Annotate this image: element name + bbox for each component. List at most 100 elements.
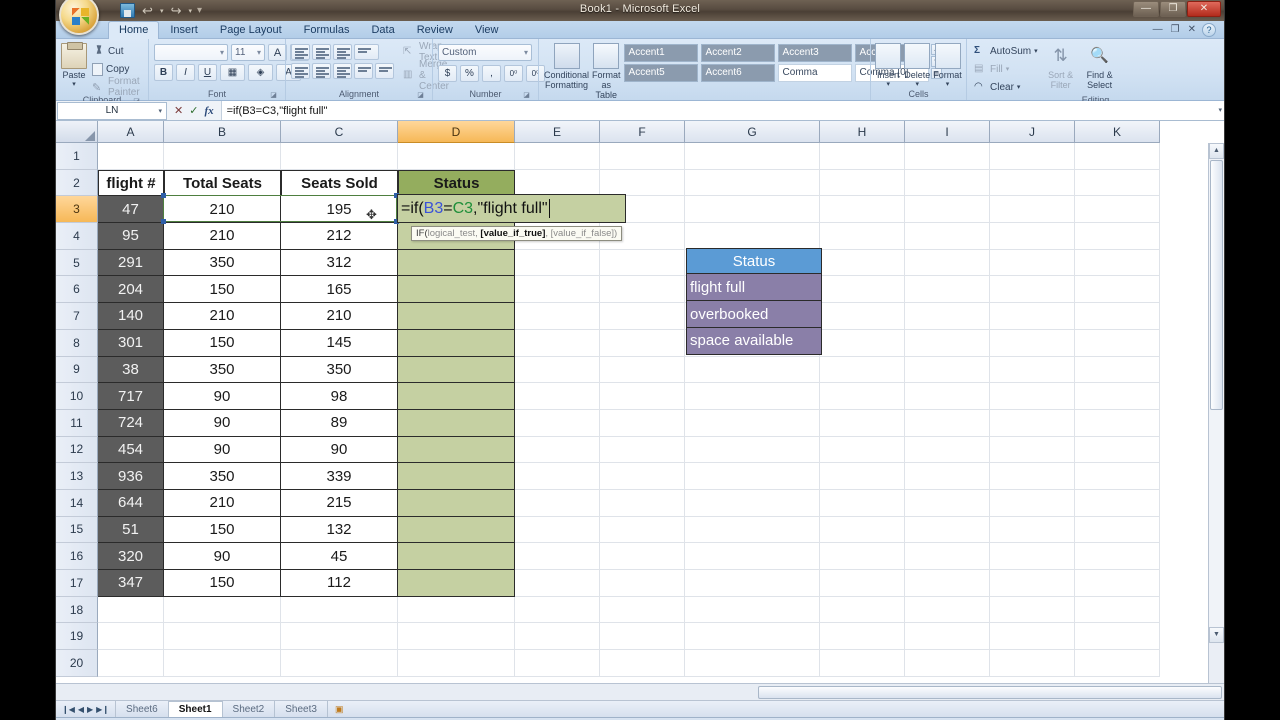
cell-K15[interactable]	[1075, 516, 1160, 544]
scroll-up-icon[interactable]: ▲	[1209, 143, 1224, 159]
cell-K3[interactable]	[1075, 196, 1160, 224]
cell-F17[interactable]	[600, 570, 685, 597]
align-bottom-button[interactable]	[333, 44, 352, 60]
cell-F14[interactable]	[600, 489, 685, 517]
cell-I13[interactable]	[905, 463, 990, 490]
cell-F11[interactable]	[600, 409, 685, 437]
cell-D2[interactable]: Status	[398, 169, 515, 197]
cell-B12[interactable]: 90	[164, 436, 281, 464]
cell-E6[interactable]	[515, 276, 600, 304]
column-header-G[interactable]: G	[685, 121, 820, 143]
cell-B2[interactable]: Total Seats	[164, 169, 281, 197]
vertical-scroll-thumb[interactable]	[1210, 160, 1223, 410]
cell-style-accent1[interactable]: Accent1	[623, 44, 698, 62]
column-header-H[interactable]: H	[820, 121, 905, 143]
font-name-input[interactable]: ▾	[154, 44, 228, 61]
cell-B6[interactable]: 150	[164, 276, 281, 304]
cell-I2[interactable]	[905, 169, 990, 197]
cell-J4[interactable]	[990, 223, 1075, 250]
number-format-select[interactable]: Custom ▾	[438, 44, 532, 61]
insert-dropdown-icon[interactable]: ▾	[886, 80, 890, 88]
cell-H15[interactable]	[820, 516, 905, 544]
cell-I5[interactable]	[905, 249, 990, 277]
cell-J1[interactable]	[990, 143, 1075, 170]
cell-C20[interactable]	[281, 650, 398, 677]
cell-K4[interactable]	[1075, 223, 1160, 250]
cell-E2[interactable]	[515, 169, 600, 197]
sort-filter-button[interactable]: ⇅ Sort & Filter	[1043, 41, 1079, 90]
formula-input[interactable]: =if(B3=C3,"flight full"	[220, 101, 1224, 120]
cell-F9[interactable]	[600, 356, 685, 384]
row-header-4[interactable]: 4	[56, 223, 98, 250]
cell-H5[interactable]	[820, 249, 905, 277]
cell-J15[interactable]	[990, 516, 1075, 544]
row-header-3[interactable]: 3	[56, 196, 98, 224]
cell-A15[interactable]: 51	[98, 516, 164, 544]
cell-D14[interactable]	[398, 489, 515, 517]
ribbon-tab-data[interactable]: Data	[360, 22, 405, 39]
inner-restore-icon[interactable]: ❐	[1171, 24, 1180, 35]
cell-J17[interactable]	[990, 570, 1075, 597]
cell-style-accent5[interactable]: Accent5	[623, 64, 698, 82]
cell-A17[interactable]: 347	[98, 570, 164, 597]
cell-B7[interactable]: 210	[164, 303, 281, 330]
cell-C7[interactable]: 210	[281, 303, 398, 330]
cell-D8[interactable]	[398, 329, 515, 357]
cell-A6[interactable]: 204	[98, 276, 164, 304]
cell-H1[interactable]	[820, 143, 905, 170]
cell-C8[interactable]: 145	[281, 329, 398, 357]
cell-B17[interactable]: 150	[164, 570, 281, 597]
cell-I11[interactable]	[905, 409, 990, 437]
cell-E1[interactable]	[515, 143, 600, 170]
cell-I10[interactable]	[905, 383, 990, 410]
cell-G17[interactable]	[685, 570, 820, 597]
delete-cells-button[interactable]: Delete ▾	[904, 41, 930, 88]
alignment-dialog-launcher[interactable]: ◪	[416, 91, 425, 100]
cell-H8[interactable]	[820, 329, 905, 357]
column-header-F[interactable]: F	[600, 121, 685, 143]
expand-formula-bar-icon[interactable]: ▾	[1218, 106, 1222, 114]
find-select-button[interactable]: 🔍 Find & Select	[1082, 41, 1118, 90]
cell-J8[interactable]	[990, 329, 1075, 357]
cell-G4[interactable]	[685, 223, 820, 250]
autosum-dropdown-icon[interactable]: ▾	[1034, 47, 1038, 55]
cell-H10[interactable]	[820, 383, 905, 410]
number-format-dropdown-icon[interactable]: ▾	[524, 48, 528, 57]
clear-dropdown-icon[interactable]: ▾	[1017, 83, 1021, 91]
cell-K1[interactable]	[1075, 143, 1160, 170]
cell-E7[interactable]	[515, 303, 600, 330]
ribbon-tab-review[interactable]: Review	[406, 22, 464, 39]
cell-B18[interactable]	[164, 596, 281, 624]
cell-J11[interactable]	[990, 409, 1075, 437]
next-sheet-icon[interactable]: ▶	[87, 705, 93, 714]
cell-D1[interactable]	[398, 143, 515, 170]
format-as-table-button[interactable]: Format as Table	[592, 41, 621, 100]
row-header-5[interactable]: 5	[56, 249, 98, 277]
cell-B3[interactable]: 210	[164, 196, 281, 224]
cell-A1[interactable]	[98, 143, 164, 170]
cell-D18[interactable]	[398, 596, 515, 624]
cell-G16[interactable]	[685, 543, 820, 570]
fill-dropdown-icon[interactable]: ▾	[1006, 65, 1010, 73]
cell-H7[interactable]	[820, 303, 905, 330]
horizontal-scrollbar[interactable]	[56, 683, 1224, 700]
cell-E11[interactable]	[515, 409, 600, 437]
cell-B13[interactable]: 350	[164, 463, 281, 490]
cell-I4[interactable]	[905, 223, 990, 250]
cell-D6[interactable]	[398, 276, 515, 304]
cell-K12[interactable]	[1075, 436, 1160, 464]
select-all-button[interactable]	[56, 121, 98, 143]
ribbon-tab-view[interactable]: View	[464, 22, 510, 39]
cell-style-accent3[interactable]: Accent3	[777, 44, 852, 62]
cell-G15[interactable]	[685, 516, 820, 544]
cancel-formula-icon[interactable]: ✕	[174, 104, 183, 117]
cell-A12[interactable]: 454	[98, 436, 164, 464]
column-header-J[interactable]: J	[990, 121, 1075, 143]
cell-E12[interactable]	[515, 436, 600, 464]
delete-dropdown-icon[interactable]: ▾	[915, 80, 919, 88]
cell-B20[interactable]	[164, 650, 281, 677]
cell-F19[interactable]	[600, 623, 685, 651]
cell-J7[interactable]	[990, 303, 1075, 330]
align-left-button[interactable]	[291, 63, 310, 79]
align-right-button[interactable]	[333, 63, 352, 79]
